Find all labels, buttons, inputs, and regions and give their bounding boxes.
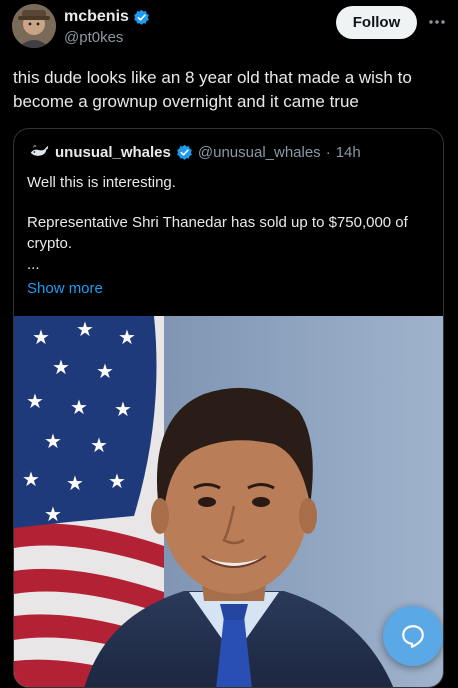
svg-text:★: ★ bbox=[90, 433, 108, 457]
portrait-photo: ★ ★ ★ ★ ★ ★ ★ ★ ★ ★ ★ ★ ★ ★ bbox=[14, 316, 443, 687]
more-options-icon[interactable] bbox=[427, 12, 447, 32]
quoted-post-header: unusual_whales @unusual_whales · 14h bbox=[28, 141, 361, 163]
whale-logo-icon bbox=[30, 145, 49, 156]
quoted-text-line-2: Representative Shri Thanedar has sold up… bbox=[27, 214, 408, 252]
svg-text:★: ★ bbox=[70, 395, 88, 419]
quoted-author-name[interactable]: unusual_whales bbox=[55, 144, 171, 161]
svg-text:★: ★ bbox=[66, 471, 84, 495]
quoted-post-body: Well this is interesting. Representative… bbox=[27, 172, 432, 299]
verified-badge-icon bbox=[177, 144, 192, 160]
svg-text:★: ★ bbox=[22, 467, 40, 491]
quoted-post-photo[interactable]: ★ ★ ★ ★ ★ ★ ★ ★ ★ ★ ★ ★ ★ ★ bbox=[14, 316, 443, 687]
author-display-name[interactable]: mcbenis bbox=[64, 8, 129, 26]
svg-text:★: ★ bbox=[44, 502, 62, 526]
svg-text:★: ★ bbox=[96, 359, 114, 383]
author-name-row: mcbenis bbox=[64, 8, 150, 26]
svg-text:★: ★ bbox=[118, 325, 136, 349]
quoted-text-line-1: Well this is interesting. bbox=[27, 174, 176, 191]
svg-text:★: ★ bbox=[32, 325, 50, 349]
quoted-post-card[interactable]: unusual_whales @unusual_whales · 14h Wel… bbox=[13, 128, 444, 688]
verified-badge-icon bbox=[134, 9, 149, 25]
compose-reply-button[interactable] bbox=[383, 606, 443, 666]
post-text: this dude looks like an 8 year old that … bbox=[13, 68, 412, 111]
author-handle[interactable]: @pt0kes bbox=[64, 29, 150, 46]
profile-photo-icon bbox=[12, 4, 56, 48]
quoted-author-handle[interactable]: @unusual_whales bbox=[198, 144, 321, 161]
svg-text:★: ★ bbox=[114, 397, 132, 421]
reply-bubble-icon bbox=[402, 625, 424, 648]
quoted-timestamp[interactable]: 14h bbox=[336, 144, 361, 161]
svg-text:★: ★ bbox=[76, 317, 94, 341]
svg-text:★: ★ bbox=[108, 469, 126, 493]
author-block: mcbenis @pt0kes bbox=[64, 8, 150, 46]
quoted-text-ellipsis: ... bbox=[27, 256, 40, 273]
svg-text:★: ★ bbox=[52, 355, 70, 379]
svg-text:★: ★ bbox=[44, 429, 62, 453]
svg-text:★: ★ bbox=[26, 389, 44, 413]
author-avatar[interactable] bbox=[12, 4, 56, 48]
quoted-meta-separator: · bbox=[325, 143, 331, 161]
follow-button[interactable]: Follow bbox=[336, 6, 417, 39]
show-more-link[interactable]: Show more bbox=[27, 278, 432, 299]
